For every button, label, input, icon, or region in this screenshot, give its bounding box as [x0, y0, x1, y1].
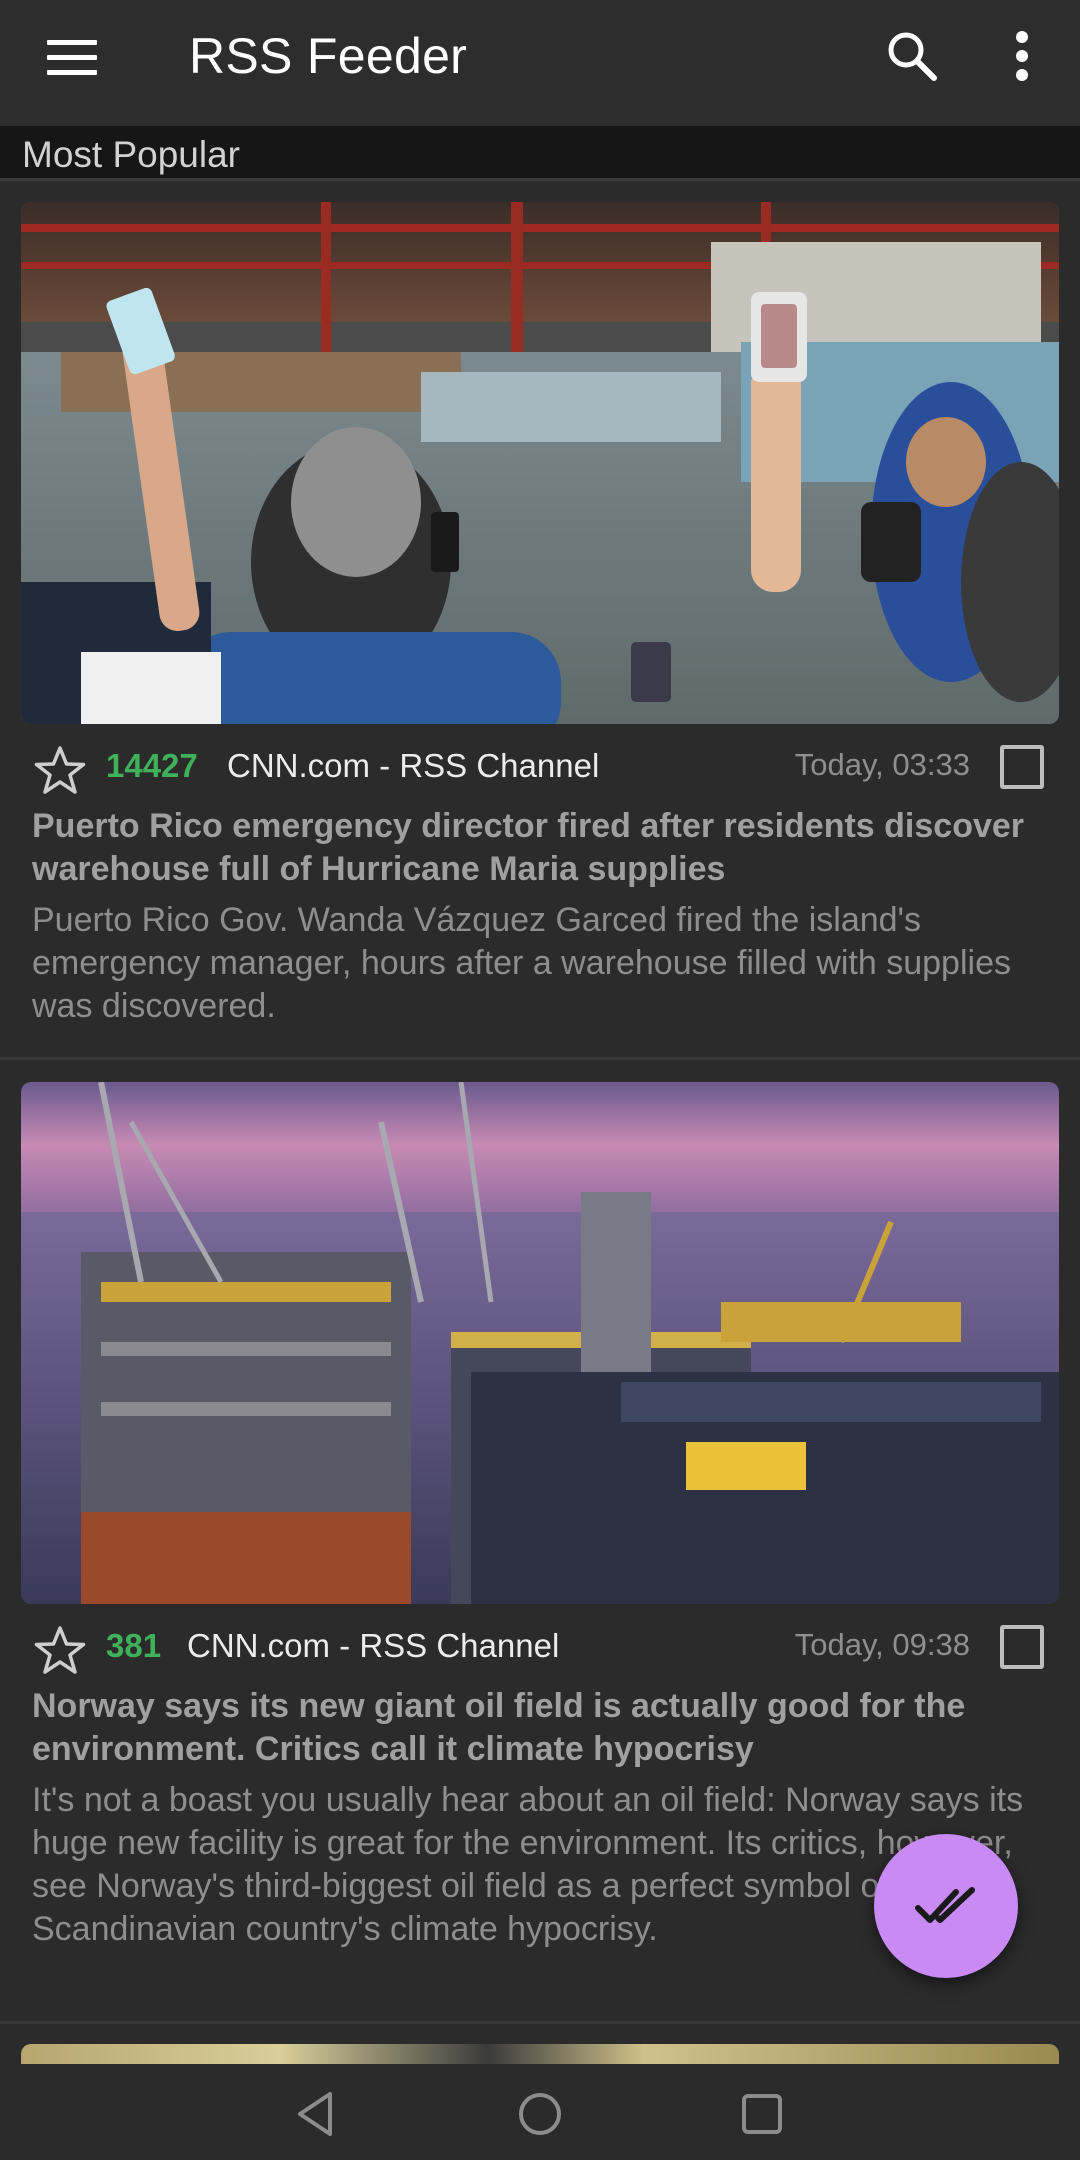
app-bar: RSS Feeder	[0, 0, 1080, 126]
home-icon	[519, 2093, 561, 2135]
nav-back-button[interactable]	[290, 2086, 346, 2142]
recents-icon	[742, 2094, 782, 2134]
more-vert-icon	[1016, 31, 1028, 81]
article-thumbnail[interactable]	[21, 202, 1059, 724]
menu-button[interactable]	[36, 22, 108, 94]
article-meta: 381 CNN.com - RSS Channel Today, 09:38	[0, 1617, 1080, 1681]
mark-all-read-button[interactable]	[874, 1834, 1018, 1978]
more-options-button[interactable]	[986, 20, 1058, 92]
star-outline-icon	[34, 1626, 86, 1674]
article-summary[interactable]: Puerto Rico Gov. Wanda Vázquez Garced fi…	[32, 899, 1042, 1028]
section-header: Most Popular	[0, 126, 1080, 181]
article-card[interactable]: 14427 CNN.com - RSS Channel Today, 03:33…	[0, 181, 1080, 1060]
nav-recents-button[interactable]	[734, 2086, 790, 2142]
nav-home-button[interactable]	[512, 2086, 568, 2142]
article-score: 381	[106, 1627, 162, 1664]
article-time: Today, 03:33	[794, 747, 970, 782]
star-outline-icon	[34, 746, 86, 794]
oil-platform-photo	[21, 1082, 1059, 1604]
favorite-button[interactable]	[32, 1623, 88, 1679]
search-button[interactable]	[876, 20, 948, 92]
section-title: Most Popular	[22, 134, 240, 175]
article-time: Today, 09:38	[794, 1627, 970, 1662]
favorite-button[interactable]	[32, 743, 88, 799]
app-title: RSS Feeder	[189, 28, 468, 84]
menu-icon	[47, 40, 97, 75]
mark-read-checkbox[interactable]	[1000, 745, 1044, 789]
article-source[interactable]: CNN.com - RSS Channel	[227, 747, 599, 785]
system-nav-bar	[0, 2064, 1080, 2160]
article-source[interactable]: CNN.com - RSS Channel	[187, 1627, 559, 1665]
article-headline[interactable]: Norway says its new giant oil field is a…	[32, 1685, 1042, 1771]
warehouse-photo	[21, 202, 1059, 724]
mark-read-checkbox[interactable]	[1000, 1625, 1044, 1669]
search-icon	[888, 32, 937, 81]
done-all-icon	[915, 1887, 975, 1923]
article-headline[interactable]: Puerto Rico emergency director fired aft…	[32, 805, 1042, 891]
next-article-thumbnail[interactable]	[21, 2044, 1059, 2064]
article-thumbnail[interactable]	[21, 1082, 1059, 1604]
back-icon	[298, 2092, 332, 2136]
article-meta: 14427 CNN.com - RSS Channel Today, 03:33	[0, 737, 1080, 801]
article-score: 14427	[106, 747, 198, 784]
